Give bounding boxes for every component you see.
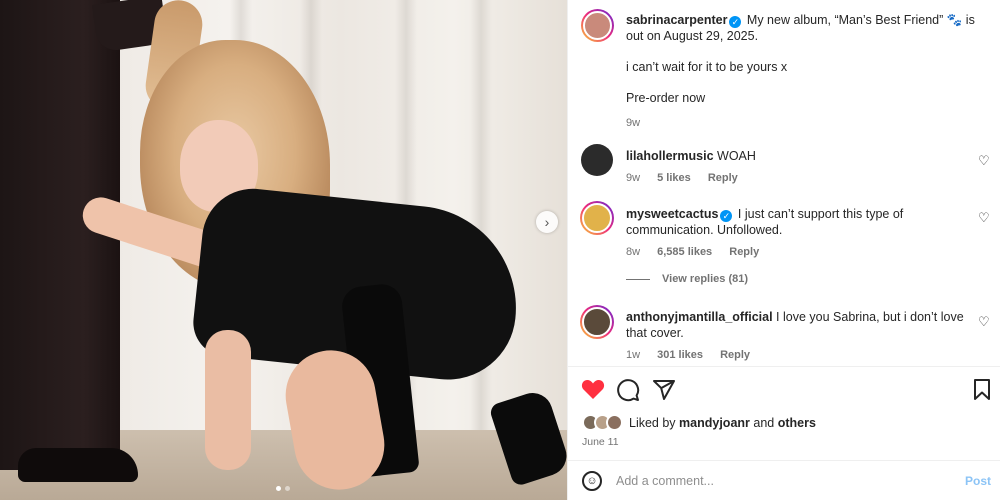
comment-item: lilahollermusic WOAH 9w 5 likes Reply [626, 148, 971, 186]
comment-input[interactable] [616, 469, 936, 493]
action-bar: Liked by mandyjoanr and others June 11 ☺… [568, 366, 1000, 500]
avatar[interactable] [581, 144, 613, 176]
comment-likes[interactable]: 5 likes [657, 172, 691, 184]
liked-by-others[interactable]: others [778, 416, 816, 430]
avatar [606, 414, 623, 431]
liked-by-prefix: Liked by [629, 415, 676, 430]
liked-by: Liked by mandyjoanr and others [582, 414, 816, 431]
post-date[interactable]: June 11 [582, 436, 619, 448]
send-icon[interactable] [652, 378, 676, 407]
liked-by-joiner: and [753, 415, 775, 430]
carousel-dot-active [276, 486, 281, 491]
post-button[interactable]: Post [965, 474, 991, 488]
comment-username[interactable]: lilahollermusic [626, 149, 714, 163]
man-shoe [18, 448, 138, 482]
heart-outline-icon[interactable]: ♡ [978, 210, 992, 225]
post-view: › sabrinacarpenter ✓ My new album, “Man’s… [0, 0, 1000, 500]
comment-time[interactable]: 8w [626, 246, 640, 258]
comment-likes[interactable]: 301 likes [657, 349, 703, 361]
comment-icon[interactable] [616, 378, 640, 407]
carousel-dots [276, 486, 290, 491]
comment-text: WOAH [717, 149, 756, 163]
avatar [583, 11, 612, 40]
reply-button[interactable]: Reply [720, 349, 750, 361]
avatar[interactable] [580, 201, 614, 235]
emoji-icon[interactable]: ☺ [582, 471, 602, 491]
avatar[interactable] [580, 305, 614, 339]
carousel-dot[interactable] [285, 486, 290, 491]
view-replies-label: View replies (81) [662, 273, 749, 285]
author-username[interactable]: sabrinacarpenter [626, 13, 727, 27]
reply-button[interactable]: Reply [729, 246, 759, 258]
comment-username[interactable]: mysweetcactus [626, 207, 718, 221]
view-replies-button[interactable]: View replies (81) [626, 273, 748, 285]
comment-time[interactable]: 1w [626, 349, 640, 361]
comments-panel: sabrinacarpenter ✓ My new album, “Man’s B… [567, 0, 1000, 500]
bookmark-icon[interactable] [972, 378, 992, 407]
heart-outline-icon[interactable]: ♡ [978, 153, 992, 168]
comment-meta: 1w 301 likes Reply [626, 347, 971, 363]
caption-line-3: Pre-order now [626, 91, 706, 105]
post-image: › [0, 0, 567, 500]
caption: sabrinacarpenter ✓ My new album, “Man’s B… [626, 12, 976, 131]
avatar [582, 307, 612, 337]
avatar [582, 203, 612, 233]
author-avatar[interactable] [581, 9, 614, 42]
comment-time[interactable]: 9w [626, 172, 640, 184]
comment-meta: 8w 6,585 likes Reply [626, 244, 971, 260]
verified-badge-icon: ✓ [720, 210, 733, 222]
liked-by-avatars[interactable] [582, 414, 623, 431]
liked-by-user[interactable]: mandyjoanr [679, 416, 750, 430]
arm [205, 330, 251, 470]
divider [626, 278, 650, 280]
comment-item: anthonyjmantilla_official I love you Sab… [626, 309, 971, 363]
chevron-right-icon[interactable]: › [536, 211, 558, 233]
caption-time[interactable]: 9w [626, 115, 976, 131]
caption-line-2: i can’t wait for it to be yours x [626, 60, 788, 74]
add-comment-bar: ☺ Post [568, 460, 1000, 501]
verified-badge-icon: ✓ [729, 16, 742, 28]
comment-item: mysweetcactus ✓ I just can’t support this… [626, 206, 971, 260]
heart-outline-icon[interactable]: ♡ [978, 314, 992, 329]
heart-filled-icon[interactable] [581, 378, 605, 405]
reply-button[interactable]: Reply [708, 172, 738, 184]
comment-meta: 9w 5 likes Reply [626, 170, 971, 186]
comment-likes[interactable]: 6,585 likes [657, 246, 712, 258]
comment-username[interactable]: anthonyjmantilla_official [626, 310, 773, 324]
